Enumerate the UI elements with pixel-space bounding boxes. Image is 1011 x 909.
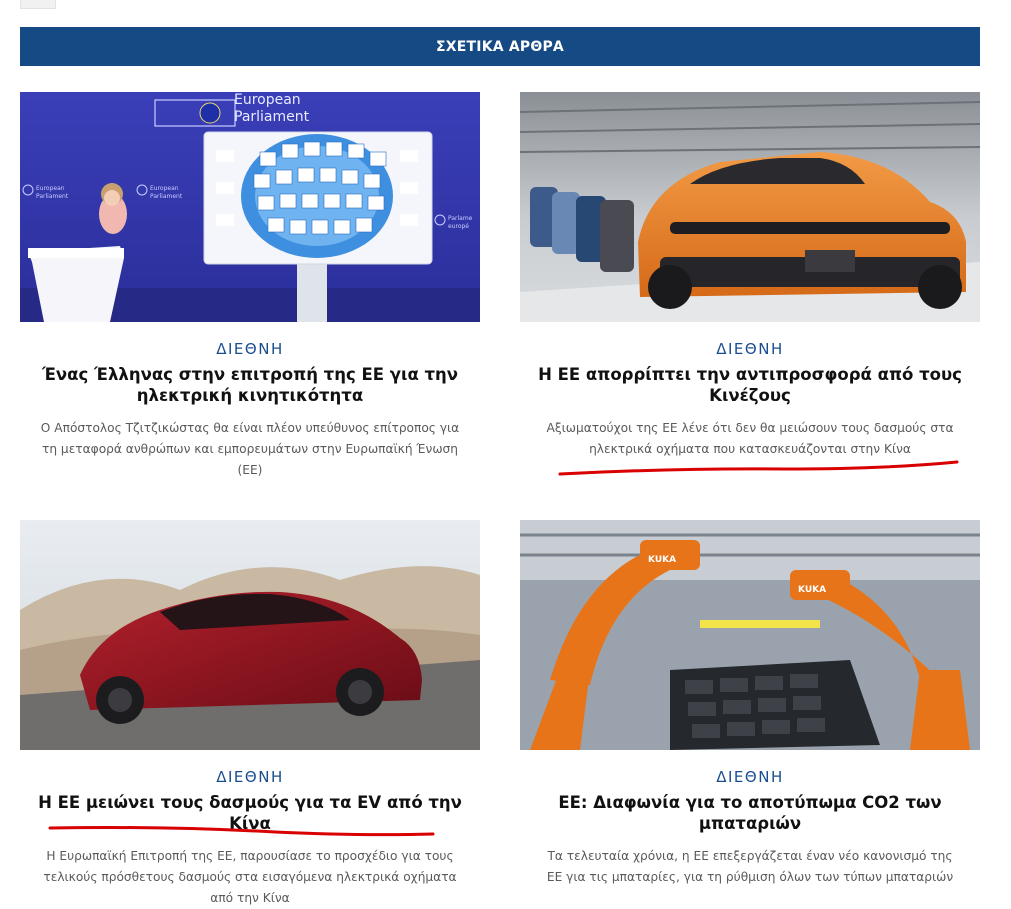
red-ev-car-photo <box>20 520 480 750</box>
svg-text:European: European <box>150 185 179 192</box>
article-card-2[interactable]: ΔΙΕΘΝΗ Η ΕΕ απορρίπτει την αντιπροσφορά … <box>520 92 980 460</box>
kuka-label-right: KUKA <box>798 585 826 595</box>
svg-text:europé: europé <box>448 223 469 230</box>
ev-factory-photo <box>520 92 980 322</box>
article-card-1[interactable]: European Parliament European Parliament … <box>20 92 480 481</box>
article-category-3[interactable]: ΔΙΕΘΝΗ <box>20 768 480 786</box>
kuka-label-left: KUKA <box>648 555 676 565</box>
section-header: ΣΧΕΤΙΚΑ ΑΡΘΡΑ <box>20 27 980 66</box>
article-excerpt-1: Ο Απόστολος Τζιτζικώστας θα είναι πλέον … <box>40 421 460 477</box>
article-category-2[interactable]: ΔΙΕΘΝΗ <box>520 340 980 358</box>
article-card-4[interactable]: KUKA KUKA ΔΙΕΘΝΗ ΕΕ: Διαφωνία για το απο… <box>520 520 980 888</box>
article-excerpt-3: Η Ευρωπαϊκή Επιτροπή της ΕΕ, παρουσίασε … <box>43 849 457 905</box>
banner-text-line2: Parliament <box>234 109 310 125</box>
article-image-2[interactable] <box>520 92 980 322</box>
article-title-2[interactable]: Η ΕΕ απορρίπτει την αντιπροσφορά από του… <box>530 364 970 406</box>
article-title-4[interactable]: ΕΕ: Διαφωνία για το αποτύπωμα CO2 των μπ… <box>530 792 970 834</box>
article-excerpt-2: Αξιωματούχοι της ΕΕ λένε ότι δεν θα μειώ… <box>546 421 954 456</box>
article-excerpt-4: Τα τελευταία χρόνια, η ΕΕ επεξεργάζεται … <box>546 849 954 884</box>
article-image-3[interactable] <box>20 520 480 750</box>
article-title-3[interactable]: Η ΕΕ μειώνει τους δασμούς για τα EV από … <box>30 792 470 834</box>
top-stub <box>20 0 56 9</box>
article-category-4[interactable]: ΔΙΕΘΝΗ <box>520 768 980 786</box>
banner-text-line1: European <box>234 92 301 108</box>
article-title-1[interactable]: Ένας Έλληνας στην επιτροπή της ΕΕ για τη… <box>30 364 470 406</box>
article-category-1[interactable]: ΔΙΕΘΝΗ <box>20 340 480 358</box>
svg-text:Parlame: Parlame <box>448 215 473 222</box>
svg-text:Parliament: Parliament <box>150 193 183 200</box>
article-image-1[interactable]: European Parliament European Parliament … <box>20 92 480 322</box>
section-header-label: ΣΧΕΤΙΚΑ ΑΡΘΡΑ <box>436 38 564 55</box>
svg-text:European: European <box>36 185 65 192</box>
battery-robot-factory-photo: KUKA KUKA <box>520 520 980 750</box>
article-card-3[interactable]: ΔΙΕΘΝΗ Η ΕΕ μειώνει τους δασμούς για τα … <box>20 520 480 909</box>
article-image-4[interactable]: KUKA KUKA <box>520 520 980 750</box>
svg-text:Parliament: Parliament <box>36 193 69 200</box>
eu-parliament-photo: European Parliament European Parliament … <box>20 92 480 322</box>
